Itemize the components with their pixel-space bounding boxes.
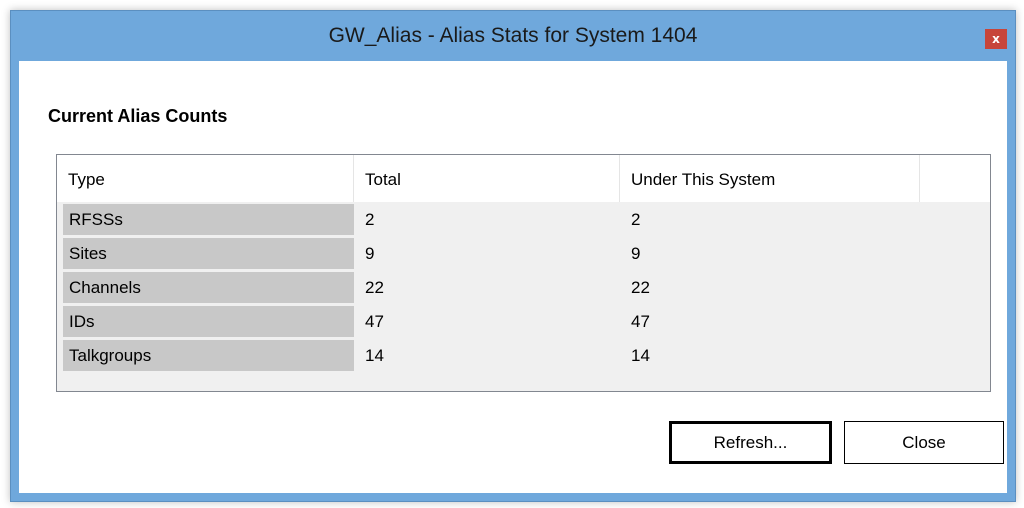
table-row[interactable]: Talkgroups 14 14 bbox=[57, 340, 990, 374]
cell-type: Talkgroups bbox=[63, 340, 354, 371]
cell-under-this-system: 9 bbox=[631, 244, 641, 263]
cell-total: 2 bbox=[365, 210, 375, 229]
title-bar[interactable]: GW_Alias - Alias Stats for System 1404 x bbox=[11, 11, 1015, 61]
table-row[interactable]: RFSSs 2 2 bbox=[57, 204, 990, 238]
dialog-window: GW_Alias - Alias Stats for System 1404 x… bbox=[10, 10, 1016, 502]
close-icon[interactable]: x bbox=[985, 29, 1007, 49]
window-title: GW_Alias - Alias Stats for System 1404 bbox=[328, 24, 698, 47]
table-row[interactable]: Channels 22 22 bbox=[57, 272, 990, 306]
column-header-under-this-system[interactable]: Under This System bbox=[620, 155, 920, 202]
table-row[interactable]: Sites 9 9 bbox=[57, 238, 990, 272]
cell-type: Channels bbox=[63, 272, 354, 303]
cell-type: RFSSs bbox=[63, 204, 354, 235]
cell-under-this-system: 47 bbox=[631, 312, 650, 331]
cell-total: 22 bbox=[365, 278, 384, 297]
cell-under-this-system: 14 bbox=[631, 346, 650, 365]
cell-total: 14 bbox=[365, 346, 384, 365]
cell-type: IDs bbox=[63, 306, 354, 337]
cell-under-this-system: 22 bbox=[631, 278, 650, 297]
table-row[interactable]: IDs 47 47 bbox=[57, 306, 990, 340]
list-header: Type Total Under This System bbox=[57, 155, 990, 202]
column-header-filler bbox=[920, 155, 990, 202]
column-header-type[interactable]: Type bbox=[57, 155, 354, 202]
close-button[interactable]: Close bbox=[844, 421, 1004, 464]
cell-total: 47 bbox=[365, 312, 384, 331]
group-title: Current Alias Counts bbox=[48, 106, 228, 126]
refresh-button[interactable]: Refresh... bbox=[669, 421, 832, 464]
cell-under-this-system: 2 bbox=[631, 210, 641, 229]
alias-counts-list[interactable]: Type Total Under This System RFSSs 2 2 S… bbox=[56, 154, 991, 392]
column-header-total[interactable]: Total bbox=[354, 155, 620, 202]
dialog-client-area: Current Alias Counts Type Total Under Th… bbox=[19, 61, 1007, 493]
cell-type: Sites bbox=[63, 238, 354, 269]
cell-total: 9 bbox=[365, 244, 375, 263]
